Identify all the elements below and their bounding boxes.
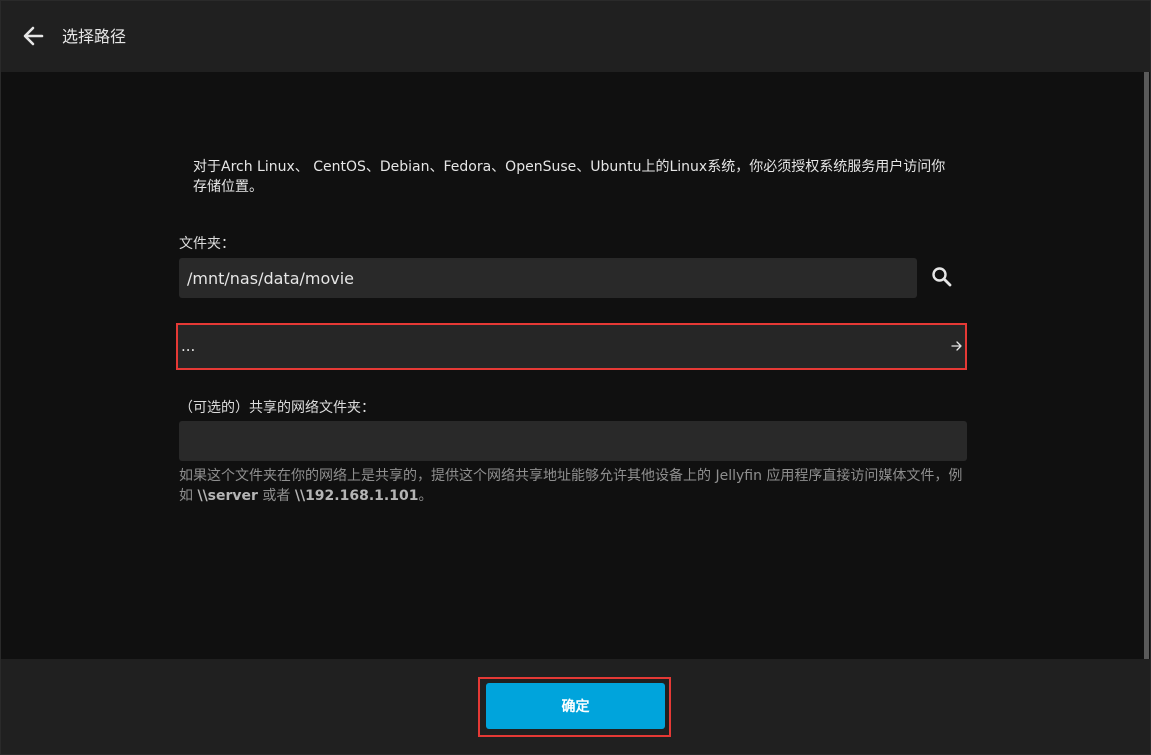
arrow-right-icon xyxy=(951,341,962,351)
folder-label: 文件夹： xyxy=(179,236,235,252)
confirm-button[interactable]: 确定 xyxy=(486,683,665,729)
back-button[interactable] xyxy=(18,21,48,51)
network-share-help-text: 如果这个文件夹在你的网络上是共享的，提供这个网络共享地址能够允许其他设备上的 J… xyxy=(179,466,969,506)
dialog-footer: 确定 xyxy=(1,659,1150,754)
network-share-input[interactable] xyxy=(179,421,967,461)
help-example-server: \\server xyxy=(197,488,258,504)
help-text-part: 或者 xyxy=(257,488,295,504)
parent-directory-label: ... xyxy=(181,337,196,355)
dialog-content: 对于Arch Linux、 CentOS、Debian、Fedora、OpenS… xyxy=(1,72,1150,659)
select-path-dialog: 选择路径 对于Arch Linux、 CentOS、Debian、Fedora、… xyxy=(0,0,1151,755)
dialog-title: 选择路径 xyxy=(62,27,127,46)
scrollbar-thumb[interactable] xyxy=(1144,72,1149,659)
scrollbar[interactable] xyxy=(1143,72,1150,659)
help-text-part: 。 xyxy=(418,488,433,504)
help-example-ip: \\192.168.1.101 xyxy=(294,488,419,504)
folder-path-input[interactable] xyxy=(179,258,917,298)
dialog-header: 选择路径 xyxy=(1,1,1150,72)
arrow-left-icon xyxy=(23,26,44,46)
parent-directory-item[interactable]: ... xyxy=(176,323,967,370)
search-button[interactable] xyxy=(929,264,955,290)
permission-info-text: 对于Arch Linux、 CentOS、Debian、Fedora、OpenS… xyxy=(193,159,946,195)
search-icon xyxy=(932,267,952,287)
network-share-label: （可选的）共享的网络文件夹： xyxy=(179,400,375,416)
